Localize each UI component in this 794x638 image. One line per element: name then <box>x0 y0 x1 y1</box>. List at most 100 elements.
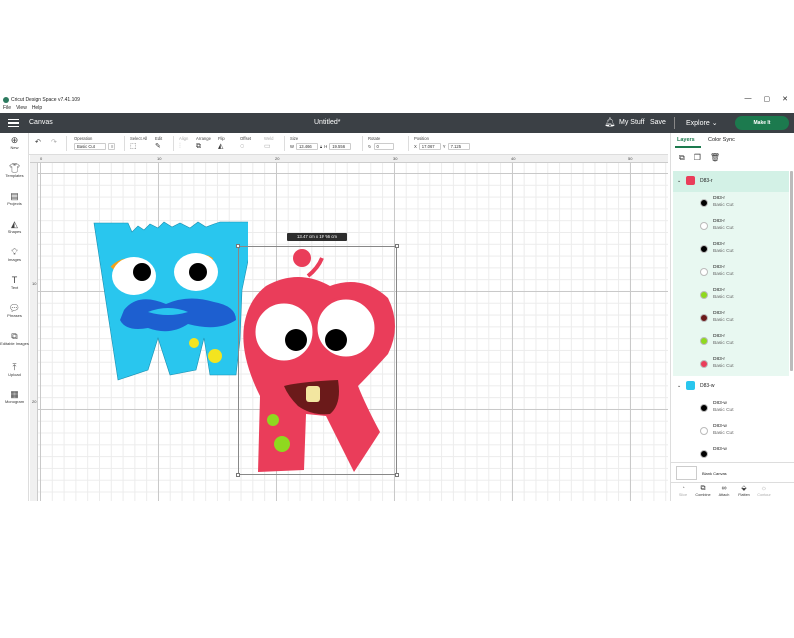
save-button[interactable]: Save <box>650 119 666 126</box>
combine-button[interactable]: ⧉ Combine <box>693 485 713 497</box>
y-position-input[interactable]: 7.125 <box>447 143 470 150</box>
layer-color-swatch[interactable] <box>700 245 708 253</box>
arrange-group[interactable]: Arrange ⧉ <box>196 136 211 150</box>
layer-group-name: D83-r <box>700 178 713 184</box>
select-all-icon[interactable]: ⬚ <box>130 143 137 150</box>
layer-color-swatch[interactable] <box>700 337 708 345</box>
undo-icon[interactable]: ↶ <box>35 139 41 146</box>
hamburger-menu-icon[interactable] <box>8 119 19 127</box>
layer-color-swatch[interactable] <box>700 222 708 230</box>
x-position-input[interactable]: 17.067 <box>418 143 441 150</box>
weld-group[interactable]: Weld ▭ <box>264 136 273 150</box>
align-group[interactable]: Align ⫶ <box>179 136 188 150</box>
blank-canvas-swatch[interactable] <box>676 466 697 480</box>
layer-color-swatch[interactable] <box>700 427 708 435</box>
select-all-group[interactable]: Select All ⬚ <box>130 136 147 150</box>
duplicate-icon[interactable]: ❐ <box>694 153 701 163</box>
layer-row[interactable]: D83-w <box>673 443 789 462</box>
layer-group-row[interactable]: ⌄ D83-w <box>673 376 789 397</box>
layer-color-swatch[interactable] <box>700 268 708 276</box>
chevron-down-icon[interactable]: ⌄ <box>677 383 681 389</box>
sidebar-item-shapes[interactable]: ◭ Shapes <box>0 219 29 234</box>
layer-color-swatch[interactable] <box>700 314 708 322</box>
layer-name: D83-r <box>713 265 725 270</box>
layer-row[interactable]: D83-r Basic Cut <box>673 353 789 376</box>
align-icon[interactable]: ⫶ <box>179 143 181 150</box>
operation-select[interactable]: Basic Cut <box>74 143 106 150</box>
tab-layers[interactable]: Layers <box>677 137 695 143</box>
attach-button[interactable]: ∞ Attach <box>714 485 734 497</box>
sidebar-item-images[interactable]: 💡︎ Images <box>0 247 29 262</box>
sidebar-item-templates[interactable]: 👕︎ Templates <box>0 163 29 178</box>
selection-bounding-box[interactable] <box>236 244 399 477</box>
flatten-button[interactable]: ⬙ Flatten <box>734 485 754 497</box>
panel-tabs: Layers Color Sync <box>671 133 794 148</box>
lock-ratio-icon[interactable]: 🔒︎ <box>320 144 322 149</box>
layer-color-swatch[interactable] <box>700 199 708 207</box>
layer-color-swatch[interactable] <box>700 404 708 412</box>
layer-group-row[interactable]: ⌄ D83-r <box>673 171 789 192</box>
resize-handle[interactable] <box>236 473 240 477</box>
height-input[interactable]: 19.556 <box>329 143 352 150</box>
menu-view[interactable]: View <box>16 105 27 113</box>
group-icon[interactable]: ⧉ <box>679 153 685 163</box>
lock-icon[interactable]: 🔒︎ <box>323 235 326 242</box>
minimize-icon[interactable]: — <box>745 95 752 103</box>
layer-row[interactable]: D83-w Basic Cut <box>673 397 789 420</box>
contour-button[interactable]: ☼ Contour <box>754 485 774 497</box>
blank-canvas-row[interactable]: Blank Canvas <box>671 462 794 482</box>
tab-color-sync[interactable]: Color Sync <box>708 137 735 143</box>
menu-help[interactable]: Help <box>32 105 42 113</box>
layer-row[interactable]: D83-r Basic Cut <box>673 192 789 215</box>
layer-color-swatch[interactable] <box>700 291 708 299</box>
layer-color-swatch[interactable] <box>700 450 708 458</box>
maximize-icon[interactable]: ▢ <box>764 95 771 103</box>
resize-handle[interactable] <box>395 244 399 248</box>
resize-handle[interactable] <box>395 473 399 477</box>
sidebar-item-text[interactable]: T Text <box>0 275 29 290</box>
layer-operation: Basic Cut <box>713 203 734 208</box>
menu-file[interactable]: File <box>3 105 11 113</box>
arrange-icon[interactable]: ⧉ <box>196 143 201 150</box>
edit-pencil-icon[interactable]: ✎ <box>155 143 161 150</box>
redo-icon[interactable]: ↷ <box>51 139 57 146</box>
offset-icon[interactable]: ◌ <box>240 143 244 150</box>
layer-row[interactable]: D83-r Basic Cut <box>673 284 789 307</box>
select-all-label: Select All <box>130 136 148 141</box>
chevron-down-icon[interactable]: ⌄ <box>677 178 681 184</box>
monster-w-image[interactable] <box>88 220 248 385</box>
operation-settings-icon[interactable]: ≡ <box>108 143 115 150</box>
edit-group[interactable]: Edit ✎ <box>155 136 162 150</box>
explore-dropdown[interactable]: Explore ⌄ <box>686 119 718 127</box>
make-it-button[interactable]: Make It <box>735 116 789 130</box>
layer-color-swatch[interactable] <box>700 360 708 368</box>
resize-handle[interactable] <box>236 244 240 248</box>
sidebar-item-monogram[interactable]: ▦ Monogram <box>0 389 29 404</box>
weld-icon[interactable]: ▭ <box>264 143 271 150</box>
sidebar-item-projects[interactable]: ▤ Projects <box>0 191 29 206</box>
layers-scrollbar[interactable] <box>790 171 793 371</box>
flip-icon[interactable]: ◭ <box>218 143 223 150</box>
plus-icon: ⊕ <box>10 135 19 145</box>
document-title[interactable]: Untitled* <box>314 119 340 126</box>
my-stuff-link[interactable]: My Stuff <box>619 119 645 126</box>
rotate-input[interactable]: 0 <box>373 143 394 150</box>
notification-bell-icon[interactable]: 🔔︎ <box>604 117 615 128</box>
width-input[interactable]: 13.466 <box>295 143 318 150</box>
layer-row[interactable]: D83-w Basic Cut <box>673 420 789 443</box>
flip-group[interactable]: Flip ◭ <box>218 136 225 150</box>
sidebar-item-new[interactable]: ⊕ New <box>0 135 29 150</box>
sidebar-item-editable-images[interactable]: ⧉ Editable Images <box>0 331 29 346</box>
delete-icon[interactable]: 🗑︎ <box>710 153 720 163</box>
layer-row[interactable]: D83-r Basic Cut <box>673 330 789 353</box>
layer-row[interactable]: D83-r Basic Cut <box>673 238 789 261</box>
layer-row[interactable]: D83-r Basic Cut <box>673 215 789 238</box>
sidebar-item-phrases[interactable]: 💬︎ Phrases <box>0 303 29 318</box>
slice-button[interactable]: ◔ Slice <box>673 485 693 497</box>
offset-group[interactable]: Offset ◌ <box>240 136 251 150</box>
close-icon[interactable]: ✕ <box>782 95 788 103</box>
layer-row[interactable]: D83-r Basic Cut <box>673 261 789 284</box>
layer-row[interactable]: D83-r Basic Cut <box>673 307 789 330</box>
sidebar-item-upload[interactable]: ⤒ Upload <box>0 362 29 377</box>
text-icon: T <box>11 275 18 285</box>
